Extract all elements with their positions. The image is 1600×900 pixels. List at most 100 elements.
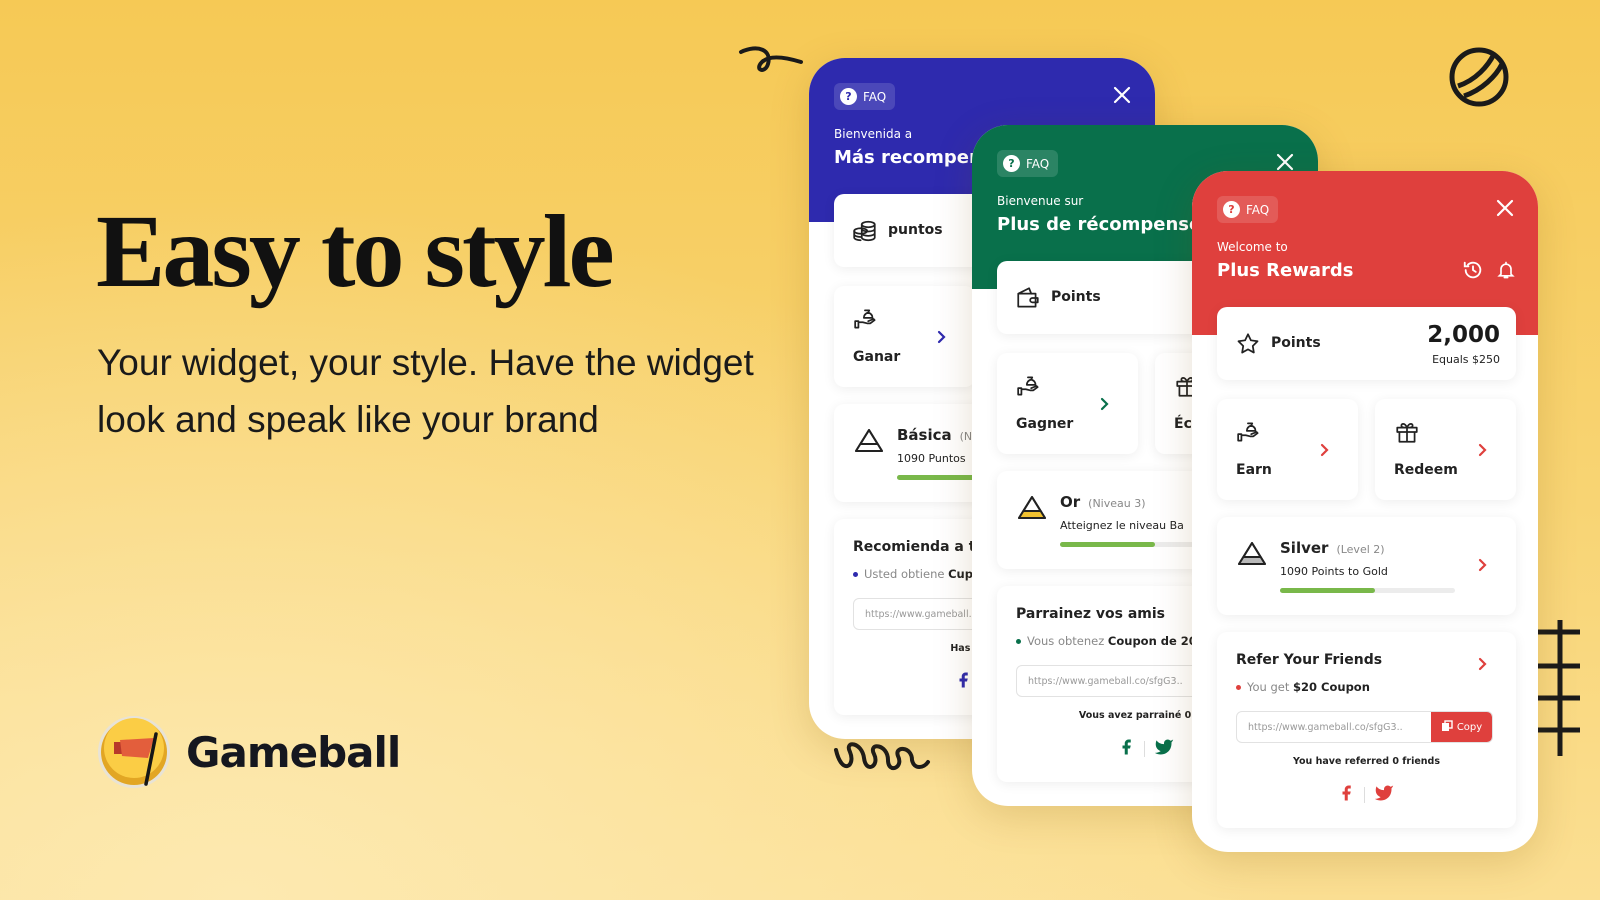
refer-title: Refer Your Friends xyxy=(1236,652,1383,668)
program-title: Plus de récompenses xyxy=(997,214,1212,235)
points-card: Points 2,000 Equals $250 xyxy=(1217,307,1516,380)
points-label: Points xyxy=(1271,335,1321,351)
twitter-icon[interactable] xyxy=(1153,737,1175,761)
chevron-right-icon xyxy=(1478,442,1488,461)
referral-link-input[interactable]: https://www.gameball.co/sfgG3.. Copy xyxy=(1236,711,1493,743)
refer-benefit: Usted obtiene Cup xyxy=(853,567,973,581)
hero-title: Easy to style xyxy=(96,194,615,309)
tier-progress-text: 1090 Puntos xyxy=(897,452,966,465)
refer-benefit-text: Vous obtenez xyxy=(1027,634,1105,648)
facebook-icon[interactable] xyxy=(1118,737,1136,761)
divider xyxy=(1364,787,1365,803)
welcome-text: Welcome to xyxy=(1217,240,1288,254)
refer-title: Parrainez vos amis xyxy=(1016,606,1165,622)
bell-icon[interactable] xyxy=(1496,259,1516,285)
redeem-card[interactable]: Redeem xyxy=(1375,399,1516,500)
earn-label: Earn xyxy=(1236,462,1272,478)
close-icon[interactable] xyxy=(1113,86,1131,104)
tier-name-text: Básica xyxy=(897,426,952,444)
refer-benefit-reward: Coupon de 20 xyxy=(1107,634,1197,648)
close-icon[interactable] xyxy=(1276,153,1294,171)
copy-label: Copy xyxy=(1456,721,1483,733)
bullet-icon xyxy=(853,572,858,577)
ladder-decoration xyxy=(1538,620,1580,756)
tier-name-text: Silver xyxy=(1280,539,1329,557)
twitter-icon[interactable] xyxy=(1373,783,1395,807)
chevron-right-icon xyxy=(1320,442,1330,461)
faq-button[interactable]: ? FAQ xyxy=(834,83,896,110)
close-icon[interactable] xyxy=(1496,199,1514,217)
tier-progress-text: 1090 Points to Gold xyxy=(1280,565,1388,578)
refer-title: Recomienda a tu xyxy=(853,539,986,555)
squiggle-decoration xyxy=(739,46,803,72)
brand-logo: Gameball xyxy=(96,714,401,790)
refer-benefit-text: You get xyxy=(1247,680,1290,694)
wallet-icon xyxy=(1015,285,1041,315)
program-title: Más recompens xyxy=(834,147,993,168)
tier-level: (Niveau 3) xyxy=(1088,497,1146,510)
referred-count: You have referred 0 friends xyxy=(1293,756,1440,767)
ball-decoration xyxy=(1449,47,1509,107)
question-icon: ? xyxy=(1223,201,1240,218)
facebook-icon[interactable] xyxy=(1338,783,1356,807)
star-icon xyxy=(1235,331,1261,361)
tier-progress-fill xyxy=(1280,588,1375,593)
divider xyxy=(1144,741,1145,757)
points-label: Points xyxy=(1051,289,1101,305)
social-share xyxy=(1217,783,1516,807)
faq-label: FAQ xyxy=(1246,202,1270,217)
tier-card[interactable]: Silver (Level 2) 1090 Points to Gold xyxy=(1217,517,1516,615)
refer-benefit-reward: $20 Coupon xyxy=(1293,680,1370,694)
earn-card[interactable]: Gagner xyxy=(997,353,1138,454)
earn-icon xyxy=(1236,419,1262,449)
header-actions xyxy=(1462,259,1516,285)
tier-icon xyxy=(854,428,884,458)
question-icon: ? xyxy=(1003,155,1020,172)
points-equals: Equals $250 xyxy=(1432,353,1500,366)
tier-progress-bar xyxy=(1280,588,1455,593)
loops-decoration xyxy=(834,742,930,771)
earn-card[interactable]: Ganar xyxy=(834,286,975,387)
facebook-icon[interactable] xyxy=(955,670,973,694)
gift-icon xyxy=(1394,419,1420,449)
flag-coin-logo-icon xyxy=(98,716,170,788)
tier-name: Silver (Level 2) xyxy=(1280,539,1385,557)
chevron-right-icon xyxy=(937,329,947,348)
refer-card: Refer Your Friends You get $20 Coupon http… xyxy=(1217,632,1516,828)
faq-button[interactable]: ? FAQ xyxy=(1217,196,1279,223)
refer-benefit: You get $20 Coupon xyxy=(1236,680,1370,694)
earn-label: Gagner xyxy=(1016,416,1074,432)
referral-link: https://www.gameball.co/sfgG3.. xyxy=(1248,722,1403,733)
tier-progress-text: Atteignez le niveau Ba xyxy=(1060,519,1184,532)
earn-icon xyxy=(853,306,879,336)
welcome-text: Bienvenue sur xyxy=(997,194,1084,208)
bullet-icon xyxy=(1236,685,1241,690)
copy-icon xyxy=(1441,719,1453,735)
points-value: 2,000 xyxy=(1427,322,1500,348)
chevron-right-icon xyxy=(1100,396,1110,415)
refer-benefit-text: Usted obtiene xyxy=(864,567,945,581)
earn-label: Ganar xyxy=(853,349,901,365)
refer-benefit: Vous obtenez Coupon de 20 xyxy=(1016,634,1197,648)
chevron-right-icon xyxy=(1478,557,1488,576)
bullet-icon xyxy=(1016,639,1021,644)
tier-name: Básica (Niv xyxy=(897,426,982,444)
points-label: puntos xyxy=(888,222,943,238)
refer-benefit-reward: Cup xyxy=(948,567,973,581)
copy-button[interactable]: Copy xyxy=(1431,712,1492,742)
faq-label: FAQ xyxy=(863,89,887,104)
tier-level: (Level 2) xyxy=(1336,543,1385,556)
earn-icon xyxy=(1016,373,1042,403)
brand-name: Gameball xyxy=(186,727,401,777)
hero-subtitle: Your widget, your style. Have the widget… xyxy=(97,342,754,440)
faq-label: FAQ xyxy=(1026,156,1050,171)
earn-card[interactable]: Earn xyxy=(1217,399,1358,500)
tier-name: Or (Niveau 3) xyxy=(1060,493,1146,511)
tier-progress-fill xyxy=(1060,542,1155,547)
chevron-right-icon xyxy=(1478,656,1488,675)
tier-name-text: Or xyxy=(1060,493,1081,511)
faq-button[interactable]: ? FAQ xyxy=(997,150,1059,177)
welcome-text: Bienvenida a xyxy=(834,127,913,141)
widget-red-english: ? FAQ Welcome to Plus Rewards Points 2,000 Equ… xyxy=(1192,171,1538,852)
history-icon[interactable] xyxy=(1462,259,1484,285)
